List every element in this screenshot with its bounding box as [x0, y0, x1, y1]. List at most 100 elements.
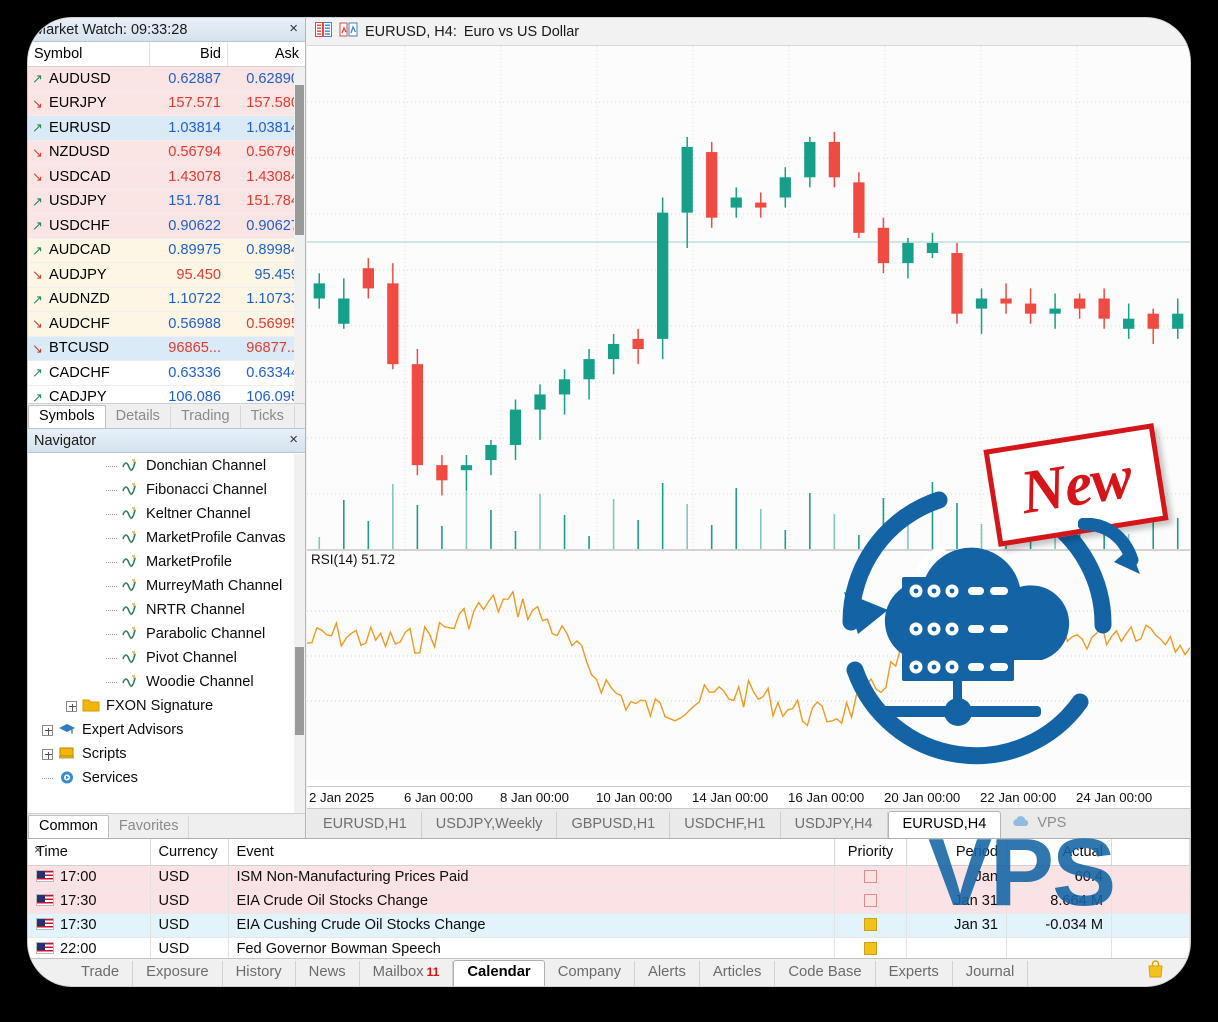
market-watch-scrollbar[interactable]: [294, 67, 305, 403]
market-watch-row[interactable]: ↗ CADCHF 0.63336 0.63344: [28, 361, 305, 386]
market-watch-row[interactable]: ↗ EURUSD 1.03814 1.03814: [28, 116, 305, 141]
time-axis-label: 6 Jan 00:00: [404, 790, 473, 805]
tab-symbols[interactable]: Symbols: [28, 405, 106, 429]
terminal-tab-history[interactable]: History: [223, 961, 296, 986]
terminal-tab-articles[interactable]: Articles: [700, 961, 776, 986]
time-axis-label: 22 Jan 00:00: [980, 790, 1057, 805]
market-watch-row[interactable]: ↗ CADJPY 106.086 106.095: [28, 385, 305, 403]
navigator-folder-item[interactable]: FXON Signature: [28, 694, 305, 718]
cell-spacer: [1111, 889, 1190, 914]
market-watch-titlebar: Market Watch: 09:33:28 ×: [28, 18, 305, 42]
market-watch-title: Market Watch: 09:33:28: [34, 21, 188, 38]
column-header-currency[interactable]: Currency: [150, 839, 229, 866]
market-watch-row[interactable]: ↗ AUDUSD 0.62887 0.62890: [28, 67, 305, 92]
expand-icon[interactable]: [66, 700, 77, 712]
close-icon[interactable]: ×: [289, 20, 298, 38]
chart-tab-eurusd-h4[interactable]: EURUSD,H4: [887, 811, 1002, 839]
terminal-tab-calendar[interactable]: Calendar: [453, 960, 545, 986]
navigator-item-label: Services: [82, 770, 138, 786]
rsi-indicator-label: RSI(14) 51.72: [311, 552, 396, 567]
navigator-folder-item[interactable]: Services: [28, 766, 305, 790]
calendar-row[interactable]: 17:30 USD EIA Cushing Crude Oil Stocks Cha…: [28, 913, 1190, 938]
navigator-item-label: Scripts: [82, 746, 127, 762]
trend-arrow-icon: ↗: [32, 242, 43, 258]
tab-trading[interactable]: Trading: [171, 406, 241, 428]
bid-price: 0.63336: [168, 364, 221, 381]
navigator-indicator-item[interactable]: MurreyMath Channel: [28, 574, 305, 598]
chart-tab-eurusd-h1[interactable]: EURUSD,H1: [309, 812, 422, 838]
terminal-tab-alerts[interactable]: Alerts: [635, 961, 700, 986]
terminal-tab-exposure[interactable]: Exposure: [133, 961, 223, 986]
scrollbar-thumb[interactable]: [295, 647, 304, 735]
navigator-scrollbar[interactable]: [294, 454, 305, 813]
calendar-row[interactable]: 17:30 USD EIA Crude Oil Stocks Change Jan 3…: [28, 889, 1190, 914]
bid-price: 157.571: [168, 95, 221, 112]
bid-price: 0.62887: [168, 70, 221, 87]
tab-common[interactable]: Common: [28, 815, 109, 839]
navigator-indicator-item[interactable]: Donchian Channel: [28, 454, 305, 478]
market-watch-row[interactable]: ↘ USDCAD 1.43078 1.43084: [28, 165, 305, 190]
column-header-period[interactable]: Period: [906, 839, 1007, 866]
navigator-indicator-item[interactable]: Keltner Channel: [28, 502, 305, 526]
chart-description: Euro vs US Dollar: [463, 23, 580, 40]
market-watch-row[interactable]: ↗ AUDNZD 1.10722 1.10733: [28, 287, 305, 312]
tab-ticks[interactable]: Ticks: [241, 406, 295, 428]
market-watch-row[interactable]: ↗ USDJPY 151.781 151.784: [28, 189, 305, 214]
terminal-tab-news[interactable]: News: [296, 961, 360, 986]
navigator-panel: Navigator × Donchian Channel Fibonacci Ch…: [28, 428, 306, 839]
vps-status-chip[interactable]: VPS: [1001, 810, 1076, 838]
navigator-indicator-item[interactable]: Woodie Channel: [28, 670, 305, 694]
bid-price: 95.450: [176, 266, 221, 283]
chart-tab-usdchf-h1[interactable]: USDCHF,H1: [670, 812, 781, 838]
market-watch-row[interactable]: ↘ AUDJPY 95.450 95.459: [28, 263, 305, 288]
column-header-bid[interactable]: Bid: [149, 42, 227, 66]
cell-priority: [834, 865, 907, 890]
chart-canvas[interactable]: RSI(14) 51.72: [307, 46, 1190, 780]
cell-period: Jan 31: [906, 913, 1007, 938]
column-header-ask[interactable]: Ask: [227, 42, 305, 66]
navigator-folder-item[interactable]: Expert Advisors: [28, 718, 305, 742]
column-header-time[interactable]: Time: [28, 839, 151, 866]
market-watch-row[interactable]: ↘ EURJPY 157.571 157.580: [28, 91, 305, 116]
tree-connector: [106, 585, 117, 587]
column-header-actual[interactable]: Actual: [1006, 839, 1112, 866]
navigator-item-label: Keltner Channel: [146, 506, 251, 522]
chart-tab-gbpusd-h1[interactable]: GBPUSD,H1: [557, 812, 671, 838]
navigator-indicator-item[interactable]: Parabolic Channel: [28, 622, 305, 646]
terminal-tab-experts[interactable]: Experts: [876, 961, 953, 986]
navigator-indicator-item[interactable]: Pivot Channel: [28, 646, 305, 670]
close-icon[interactable]: ×: [289, 431, 298, 449]
tab-details[interactable]: Details: [106, 406, 171, 428]
expand-icon[interactable]: [42, 724, 53, 736]
expand-icon[interactable]: [42, 748, 53, 760]
tree-connector: [106, 537, 117, 539]
chart-properties-icon[interactable]: [315, 22, 332, 41]
scrollbar-thumb[interactable]: [295, 85, 304, 235]
column-header-event[interactable]: Event: [228, 839, 835, 866]
navigator-indicator-item[interactable]: MarketProfile: [28, 550, 305, 574]
chart-tab-usdjpy-weekly[interactable]: USDJPY,Weekly: [422, 812, 558, 838]
chart-tab-usdjpy-h4[interactable]: USDJPY,H4: [781, 812, 888, 838]
tab-favorites[interactable]: Favorites: [109, 816, 190, 838]
navigator-indicator-item[interactable]: Fibonacci Channel: [28, 478, 305, 502]
terminal-tab-mailbox[interactable]: Mailbox 11: [360, 961, 454, 986]
terminal-tab-journal[interactable]: Journal: [953, 961, 1029, 986]
terminal-tab-company[interactable]: Company: [545, 961, 636, 986]
market-watch-row[interactable]: ↘ AUDCHF 0.56988 0.56995: [28, 312, 305, 337]
chart-type-icon[interactable]: [339, 22, 358, 41]
terminal-tab-trade[interactable]: Trade: [68, 961, 134, 986]
calendar-row[interactable]: 17:00 USD ISM Non-Manufacturing Prices Pai…: [28, 865, 1190, 890]
navigator-folder-item[interactable]: Scripts: [28, 742, 305, 766]
column-header-symbol[interactable]: Symbol: [28, 42, 149, 66]
market-watch-row[interactable]: ↘ BTCUSD 96865... 96877...: [28, 336, 305, 361]
navigator-indicator-item[interactable]: NRTR Channel: [28, 598, 305, 622]
column-header-priority[interactable]: Priority: [834, 839, 907, 866]
navigator-tree: Donchian Channel Fibonacci Channel Keltner…: [28, 454, 305, 813]
terminal-tab-code-base[interactable]: Code Base: [775, 961, 876, 986]
market-watch-row[interactable]: ↘ NZDUSD 0.56794 0.56796: [28, 140, 305, 165]
close-icon[interactable]: ×: [34, 842, 42, 857]
navigator-indicator-item[interactable]: MarketProfile Canvas: [28, 526, 305, 550]
market-watch-row[interactable]: ↗ AUDCAD 0.89975 0.89984: [28, 238, 305, 263]
market-watch-row[interactable]: ↗ USDCHF 0.90622 0.90627: [28, 214, 305, 239]
shopping-bag-icon[interactable]: [1147, 960, 1164, 982]
